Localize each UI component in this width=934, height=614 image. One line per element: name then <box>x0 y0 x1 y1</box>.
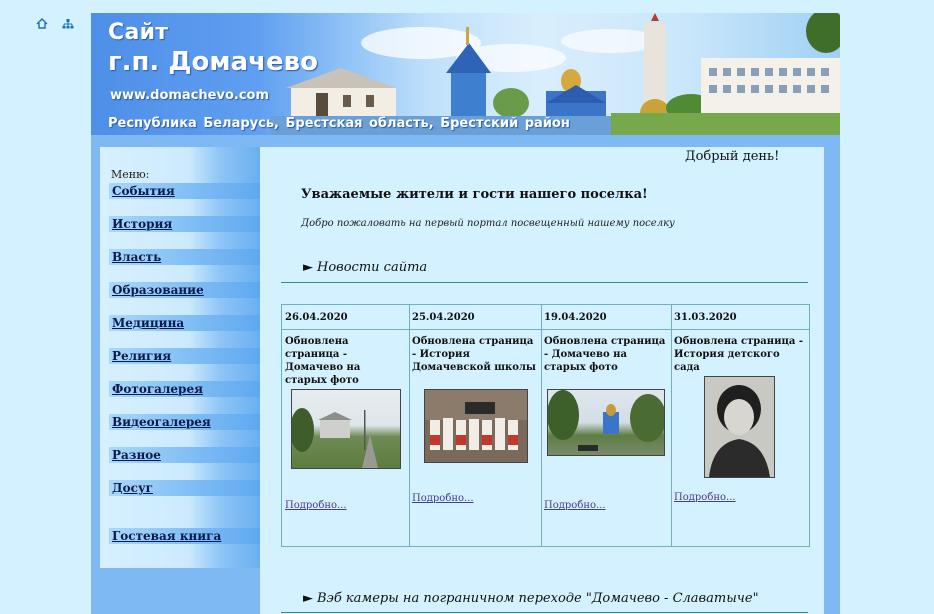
news-date: 25.04.2020 <box>409 305 541 330</box>
sidebar-menu: Меню: События История Власть Образование… <box>100 147 260 568</box>
sitemap-icon[interactable] <box>62 18 74 29</box>
sidebar-item-medicine[interactable]: Медицина <box>109 315 260 331</box>
arrow-right-icon: ► <box>303 260 313 275</box>
welcome-title: Уважаемые жители и гости нашего поселка! <box>301 187 648 202</box>
sidebar-item-label[interactable]: Видеогалерея <box>112 414 211 430</box>
news-title: Обновлена страница - История Домачевской… <box>412 336 536 373</box>
sidebar-item-label[interactable]: Религия <box>112 348 171 364</box>
news-heading: ► Новости сайта <box>303 260 427 275</box>
sidebar-item-label[interactable]: Фотогалерея <box>112 381 203 397</box>
news-photo[interactable] <box>547 389 665 456</box>
header-title-line2: г.п. Домачево <box>108 47 318 77</box>
news-date: 26.04.2020 <box>282 305 409 330</box>
header-url: www.domachevo.com <box>110 88 269 103</box>
news-item: 25.04.2020 Обновлена страница - История … <box>409 305 542 546</box>
news-item: 19.04.2020 Обновлена страница - Домачево… <box>541 305 672 546</box>
news-photo[interactable] <box>424 389 528 463</box>
sidebar-item-videogallery[interactable]: Видеогалерея <box>109 414 260 430</box>
sidebar-item-religion[interactable]: Религия <box>109 348 260 364</box>
sidebar-item-label[interactable]: Разное <box>112 447 161 463</box>
sidebar-item-label[interactable]: События <box>112 183 175 199</box>
news-more-link[interactable]: Подробно... <box>674 492 736 503</box>
news-table: 26.04.2020 Обновлена страница - Домачево… <box>281 304 810 547</box>
webcam-divider <box>281 612 808 613</box>
sidebar-item-history[interactable]: История <box>109 216 260 232</box>
menu-caption: Меню: <box>111 168 150 181</box>
webcam-heading-label[interactable]: Вэб камеры на пограничном переходе "Дома… <box>317 591 759 606</box>
news-item: 31.03.2020 Обновлена страница - История … <box>671 305 809 546</box>
sidebar-item-misc[interactable]: Разное <box>109 447 260 463</box>
sidebar-item-label[interactable]: История <box>112 216 172 232</box>
main-content: Добрый день! Уважаемые жители и гости на… <box>260 147 824 614</box>
header-region: Республика Беларусь, Брестская область, … <box>108 116 570 131</box>
sidebar-item-label[interactable]: Медицина <box>112 315 184 331</box>
news-photo[interactable] <box>704 376 775 478</box>
welcome-text: Добро пожаловать на первый портал посвещ… <box>301 218 675 229</box>
sidebar-item-label[interactable]: Гостевая книга <box>112 528 221 544</box>
news-title: Обновлена страница - Домачево на старых … <box>285 336 361 386</box>
news-photo[interactable] <box>291 389 401 469</box>
sidebar-item-leisure[interactable]: Досуг <box>109 480 260 496</box>
home-icon[interactable] <box>36 18 48 29</box>
sidebar-item-label[interactable]: Образование <box>112 282 204 298</box>
news-more-link[interactable]: Подробно... <box>285 500 347 511</box>
top-icons <box>36 18 74 29</box>
news-more-link[interactable]: Подробно... <box>544 500 606 511</box>
site-container: Сайт г.п. Домачево www.domachevo.com Рес… <box>91 13 840 614</box>
webcam-heading: ► Вэб камеры на пограничном переходе "Дом… <box>303 591 759 606</box>
sidebar-item-government[interactable]: Власть <box>109 249 260 265</box>
news-date: 19.04.2020 <box>541 305 671 330</box>
sidebar-item-label[interactable]: Власть <box>112 249 161 265</box>
sidebar-item-events[interactable]: События <box>109 183 260 199</box>
news-title: Обновлена страница - История детского са… <box>674 336 804 373</box>
sidebar-item-photogallery[interactable]: Фотогалерея <box>109 381 260 397</box>
sidebar-item-label[interactable]: Досуг <box>112 480 153 496</box>
arrow-right-icon: ► <box>303 591 313 606</box>
news-title: Обновлена страница - Домачево на старых … <box>544 336 666 373</box>
news-more-link[interactable]: Подробно... <box>412 493 474 504</box>
news-date: 31.03.2020 <box>671 305 809 330</box>
header-banner: Сайт г.п. Домачево www.domachevo.com Рес… <box>91 13 840 135</box>
greeting-text: Добрый день! <box>685 149 780 164</box>
news-item: 26.04.2020 Обновлена страница - Домачево… <box>282 305 410 546</box>
sidebar-item-education[interactable]: Образование <box>109 282 260 298</box>
news-divider <box>281 282 808 283</box>
sidebar-item-guestbook[interactable]: Гостевая книга <box>109 528 260 544</box>
header-title-line1: Сайт <box>108 20 169 45</box>
news-heading-label: Новости сайта <box>317 260 428 275</box>
